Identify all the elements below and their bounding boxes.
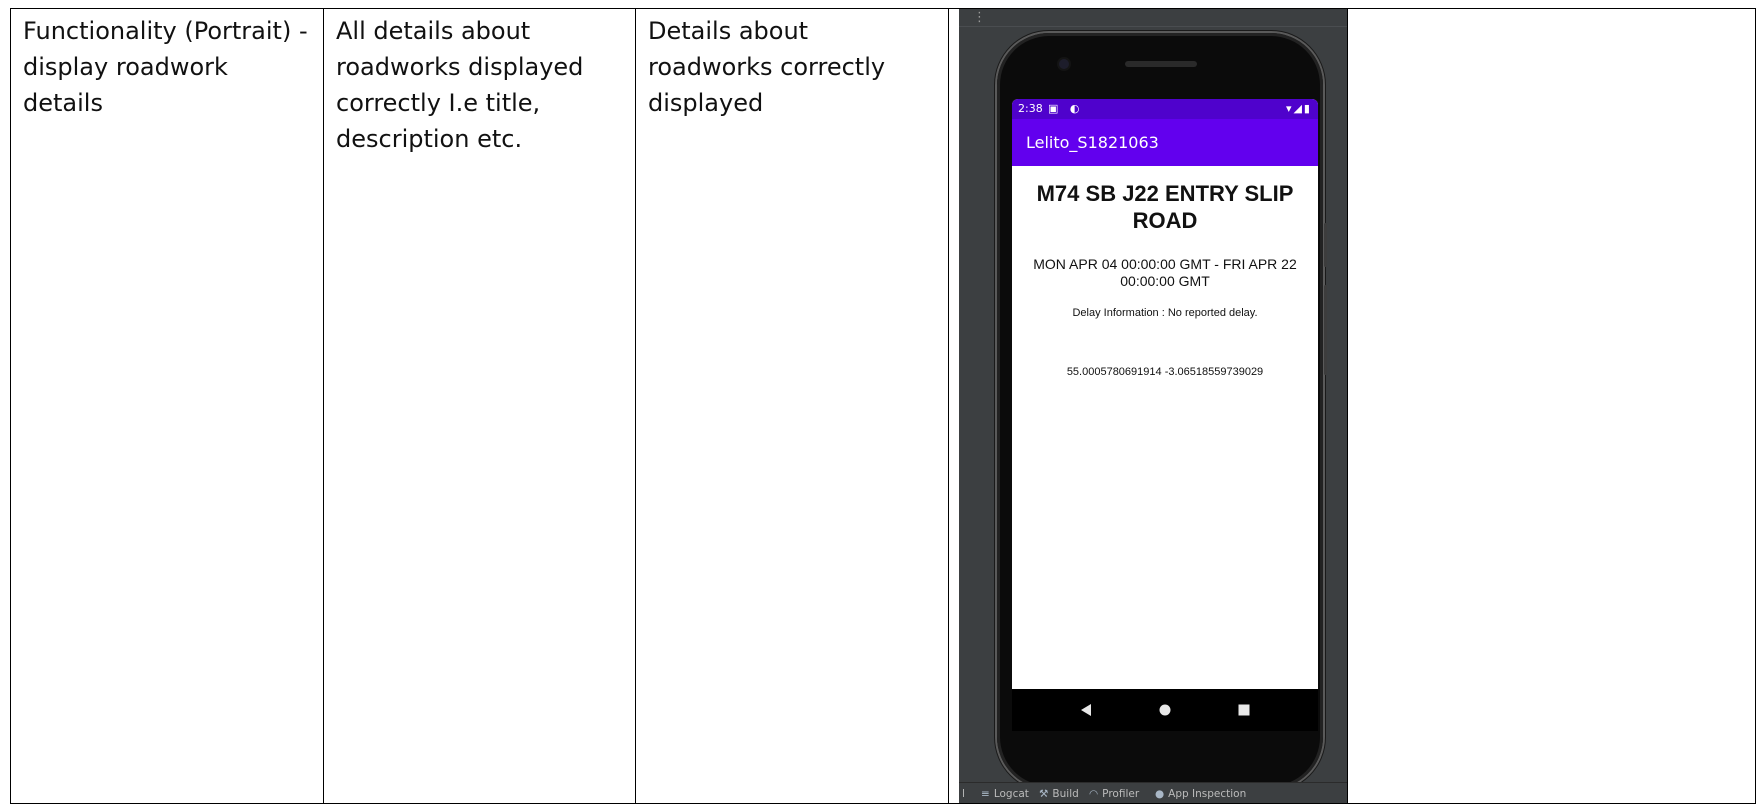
app-title: Lelito_S1821063 xyxy=(1026,133,1159,152)
comments-cell xyxy=(1347,8,1756,804)
roadwork-coordinates: 55.0005780691914 -3.06518559739029 xyxy=(1066,366,1264,378)
emulator-divider xyxy=(959,26,1347,27)
logcat-tab[interactable]: ≡ Logcat xyxy=(981,783,1029,803)
ide-bottom-toolbar: l ≡ Logcat ⚒ Build ◠ Profiler ● App Inspecti… xyxy=(959,782,1347,803)
front-camera xyxy=(1059,59,1069,69)
build-tab[interactable]: ⚒ Build xyxy=(1039,783,1079,803)
emulator-screenshot: ⋮ 2:38 ▣ ◐ ▾◢▮ Lelito_S1821063 M74 SB J2… xyxy=(959,9,1347,803)
roadwork-dates: MON APR 04 00:00:00 GMT - FRI APR 22 00:… xyxy=(1033,256,1297,289)
earpiece-speaker xyxy=(1125,61,1197,67)
home-icon[interactable] xyxy=(1155,700,1175,720)
notification-icons: ▣ ◐ xyxy=(1048,102,1084,115)
navigation-bar xyxy=(1012,689,1318,731)
hammer-icon: ⚒ xyxy=(1039,788,1049,800)
test-case-table: Functionality (Portrait) - display roadw… xyxy=(10,8,1756,804)
app-inspection-tab[interactable]: ● App Inspection xyxy=(1155,783,1246,803)
feature-text: Functionality (Portrait) - display roadw… xyxy=(23,17,308,117)
back-icon[interactable] xyxy=(1076,700,1096,720)
feature-cell: Functionality (Portrait) - display roadw… xyxy=(10,8,324,804)
expected-result-cell: All details about roadworks displayed co… xyxy=(323,8,636,804)
recents-icon[interactable] xyxy=(1234,700,1254,720)
status-time: 2:38 xyxy=(1018,102,1043,115)
status-bar: 2:38 ▣ ◐ ▾◢▮ xyxy=(1012,99,1318,119)
signal-battery-icons: ▾◢▮ xyxy=(1285,102,1312,115)
profiler-tab[interactable]: ◠ Profiler xyxy=(1089,783,1139,803)
volume-button[interactable] xyxy=(1324,223,1327,267)
roadwork-title: M74 SB J22 ENTRY SLIP ROAD xyxy=(1036,181,1294,233)
roadwork-delay: Delay Information : No reported delay. xyxy=(1072,307,1258,319)
app-bar: Lelito_S1821063 xyxy=(1012,119,1318,166)
screenshot-cell: ⋮ 2:38 ▣ ◐ ▾◢▮ Lelito_S1821063 M74 SB J2… xyxy=(948,8,1348,804)
expected-result-text: All details about roadworks displayed co… xyxy=(336,17,584,153)
more-options-icon[interactable]: ⋮ xyxy=(973,11,986,25)
toolbar-edge-label: l xyxy=(962,788,965,800)
phone-frame: 2:38 ▣ ◐ ▾◢▮ Lelito_S1821063 M74 SB J22 … xyxy=(997,33,1327,789)
inspection-icon: ● xyxy=(1155,788,1165,800)
test-case-row: Functionality (Portrait) - display roadw… xyxy=(10,8,1756,804)
gauge-icon: ◠ xyxy=(1089,788,1099,800)
actual-result-text: Details about roadworks correctly displa… xyxy=(648,17,886,117)
logcat-icon: ≡ xyxy=(981,788,990,800)
comments-text xyxy=(1348,9,1755,13)
actual-result-cell: Details about roadworks correctly displa… xyxy=(635,8,949,804)
power-button[interactable] xyxy=(1324,285,1327,375)
phone-screen: 2:38 ▣ ◐ ▾◢▮ Lelito_S1821063 M74 SB J22 … xyxy=(1012,99,1318,689)
